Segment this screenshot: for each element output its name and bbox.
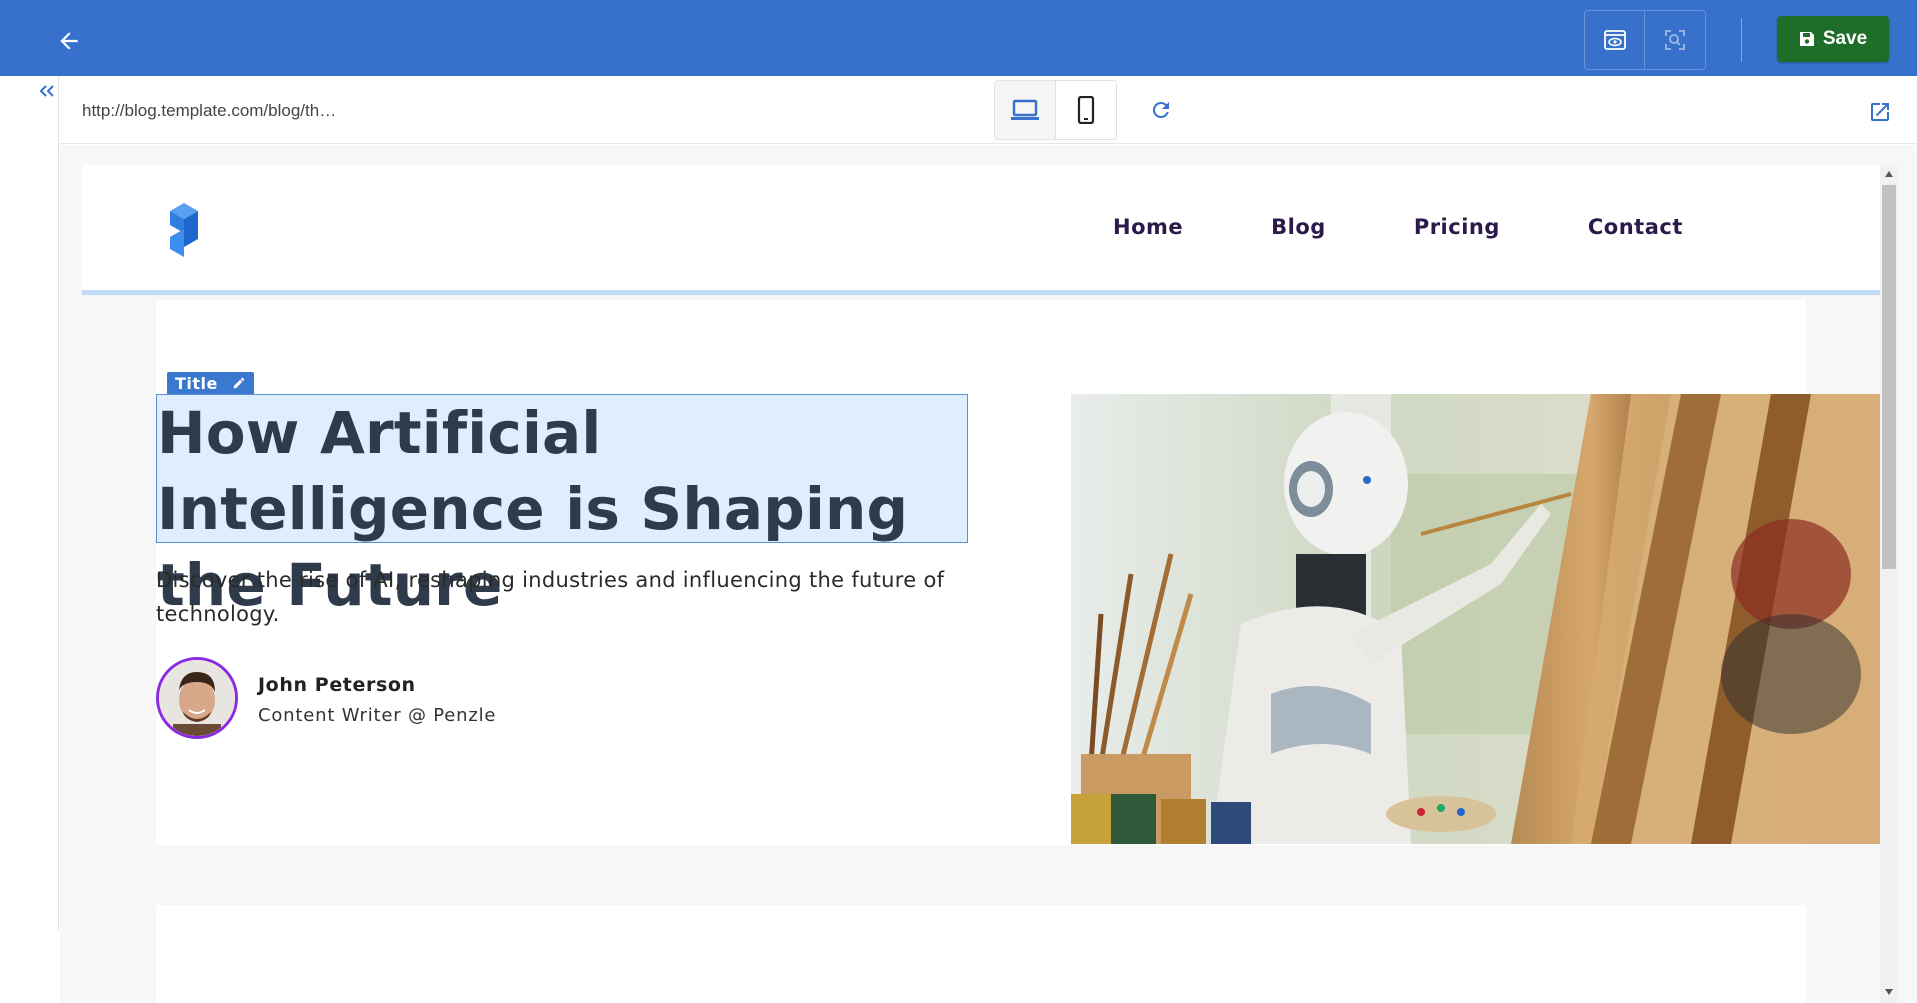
desktop-view-button[interactable] [995, 81, 1056, 139]
author-role: Content Writer @ Penzle [258, 705, 497, 726]
preview-toolbar: http://blog.template.com/blog/th… [60, 76, 1917, 144]
author-avatar-image [159, 660, 235, 736]
nav-link-home[interactable]: Home [1113, 215, 1183, 239]
top-app-bar: Save [0, 0, 1917, 76]
inspect-button[interactable] [1645, 11, 1705, 69]
back-button[interactable] [50, 22, 88, 60]
save-button[interactable]: Save [1777, 16, 1889, 62]
laptop-icon [1010, 99, 1039, 120]
brand-logo-icon[interactable] [166, 199, 202, 259]
hero-image[interactable] [1071, 394, 1880, 844]
left-side-panel [0, 76, 59, 931]
collapse-panel-button[interactable] [36, 80, 58, 102]
title-edit-tag[interactable]: Title [167, 372, 254, 394]
open-external-icon [1871, 103, 1889, 121]
triangle-up-icon [1885, 171, 1893, 177]
toolbar-divider [1741, 18, 1742, 62]
scroll-up-button[interactable] [1880, 165, 1898, 183]
save-button-label: Save [1822, 28, 1868, 49]
smartphone-icon [1077, 96, 1094, 124]
refresh-button[interactable] [1145, 94, 1177, 126]
nav-link-blog[interactable]: Blog [1271, 215, 1326, 239]
author-block: John Peterson Content Writer @ Penzle [156, 657, 676, 739]
robot-painting-canvas-image [1071, 394, 1880, 844]
avatar[interactable] [156, 657, 238, 739]
preview-url: http://blog.template.com/blog/th… [82, 101, 337, 120]
eye-preview-icon [1603, 30, 1626, 50]
device-toggle-group [994, 80, 1117, 140]
scroll-down-button[interactable] [1880, 983, 1898, 1001]
preview-scrollbar[interactable] [1880, 165, 1898, 1003]
triangle-down-icon [1885, 989, 1893, 995]
view-mode-group [1584, 10, 1706, 70]
next-content-section [156, 905, 1806, 1003]
title-tag-label: Title [175, 373, 218, 393]
site-header: Home Blog Pricing Contact [82, 165, 1880, 295]
mobile-view-button[interactable] [1056, 81, 1117, 139]
selected-title-block[interactable]: How Artificial Intelligence is Shaping t… [156, 394, 968, 619]
author-name: John Peterson [258, 674, 416, 696]
site-nav: Home Blog Pricing Contact [1113, 215, 1771, 239]
preview-button[interactable] [1585, 11, 1645, 69]
nav-link-pricing[interactable]: Pricing [1414, 215, 1500, 239]
open-external-button[interactable] [1866, 98, 1894, 126]
hero-section: Title How Artificial Intelligence is Sha… [156, 300, 1880, 845]
page-preview-frame: Home Blog Pricing Contact Title How Arti… [82, 165, 1880, 1003]
nav-link-contact[interactable]: Contact [1588, 215, 1683, 239]
refresh-icon [1152, 101, 1169, 118]
arrow-left-icon [60, 32, 78, 50]
zoom-search-icon [1665, 30, 1685, 50]
scroll-thumb[interactable] [1882, 185, 1896, 569]
floppy-disk-icon [1799, 32, 1814, 46]
pencil-icon [233, 377, 245, 389]
double-chevron-left-icon [39, 85, 54, 97]
preview-canvas: Home Blog Pricing Contact Title How Arti… [60, 145, 1917, 1003]
hero-description: Discover the rise of AI, reshaping indus… [156, 568, 945, 626]
